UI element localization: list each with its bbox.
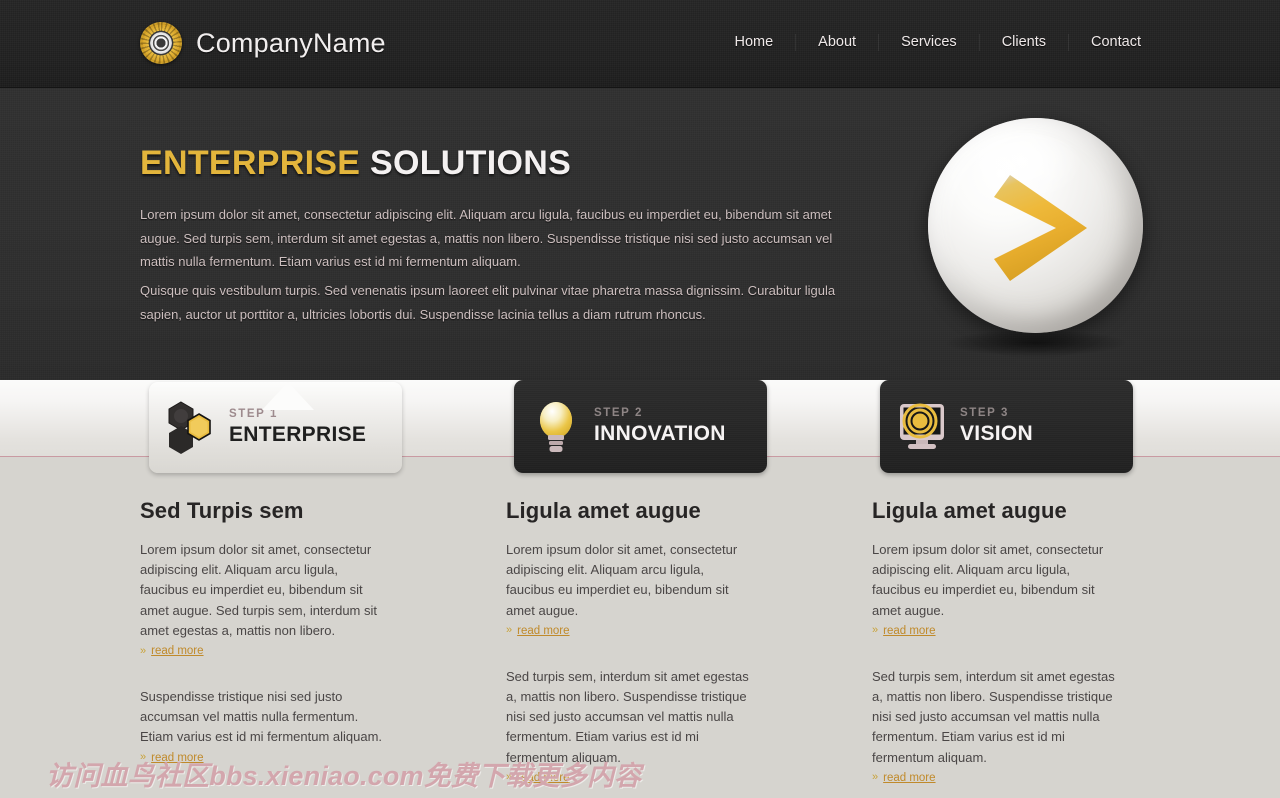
chevron-double-right-icon: » <box>506 624 513 637</box>
read-more-row: » read more <box>872 625 1117 637</box>
column-title: Ligula amet augue <box>872 498 1067 523</box>
chevron-right-icon <box>994 175 1087 281</box>
read-more-link[interactable]: read more <box>151 645 203 657</box>
read-more-link[interactable]: read more <box>883 625 935 637</box>
steps-bar: STEP 1 ENTERPRISE STEP 2 INNOVATION STEP… <box>140 355 1140 480</box>
chevron-double-right-icon: » <box>872 624 879 637</box>
page-root: CompanyName Home About Services Clients … <box>0 0 1280 798</box>
watermark-text: 访问血鸟社区bbs.xieniao.com免费下载更多内容 <box>46 761 642 791</box>
content-column-1: Sed Turpis sem Lorem ipsum dolor sit ame… <box>140 498 385 798</box>
active-step-pointer <box>262 382 314 410</box>
page-title: ENTERPRISE SOLUTIONS <box>140 144 571 183</box>
chevron-double-right-icon: » <box>140 644 147 657</box>
step-tab-innovation[interactable]: STEP 2 INNOVATION <box>514 380 767 473</box>
site-header: CompanyName Home About Services Clients … <box>0 0 1280 88</box>
lightbulb-icon <box>528 396 584 458</box>
brand-name: CompanyName <box>196 27 386 58</box>
read-more-row: » read more <box>872 772 1117 784</box>
step-kicker: STEP 3 <box>960 407 1010 419</box>
column-paragraph: Lorem ipsum dolor sit amet, consectetur … <box>140 542 378 638</box>
page-title-accent: ENTERPRISE <box>140 144 361 182</box>
step-texts: STEP 1 ENTERPRISE <box>229 408 366 447</box>
read-more-link[interactable]: read more <box>883 772 935 784</box>
column-title: Ligula amet augue <box>506 498 701 523</box>
column-paragraph: Sed turpis sem, interdum sit amet egesta… <box>506 668 749 765</box>
column-paragraph: Lorem ipsum dolor sit amet, consectetur … <box>872 542 1104 618</box>
read-more-row: » read more <box>506 625 751 637</box>
gear-ring-logo-icon <box>140 22 182 64</box>
page-title-rest: SOLUTIONS <box>370 144 572 182</box>
step-texts: STEP 2 INNOVATION <box>594 407 726 446</box>
nav-item-about[interactable]: About <box>795 34 878 51</box>
content-columns: Sed Turpis sem Lorem ipsum dolor sit ame… <box>140 498 1150 798</box>
hexagons-icon <box>163 397 219 459</box>
column-paragraph: Sed turpis sem, interdum sit amet egesta… <box>872 668 1115 765</box>
step-title: ENTERPRISE <box>229 423 367 446</box>
content-column-2: Ligula amet augue Lorem ipsum dolor sit … <box>506 498 751 798</box>
read-more-link[interactable]: read more <box>517 625 569 637</box>
hero-inner: ENTERPRISE SOLUTIONS Lorem ipsum dolor s… <box>140 88 1143 380</box>
step-texts: STEP 3 VISION <box>960 407 1033 446</box>
step-tab-enterprise[interactable]: STEP 1 ENTERPRISE <box>149 382 402 473</box>
content-column-3: Ligula amet augue Lorem ipsum dolor sit … <box>872 498 1117 798</box>
column-paragraph: Lorem ipsum dolor sit amet, consectetur … <box>506 542 738 618</box>
read-more-row: » read more <box>140 645 385 657</box>
sphere-shadow <box>946 330 1126 356</box>
monitor-target-icon <box>894 396 950 458</box>
step-title: VISION <box>960 422 1033 445</box>
header-inner: CompanyName Home About Services Clients … <box>140 0 1141 88</box>
column-title: Sed Turpis sem <box>140 498 304 523</box>
brand[interactable]: CompanyName <box>140 22 386 64</box>
nav-item-clients[interactable]: Clients <box>978 34 1068 51</box>
sphere-chevron-right-icon <box>928 118 1168 373</box>
main-nav: Home About Services Clients Contact <box>712 34 1163 51</box>
hero-paragraph-2: Quisque quis vestibulum turpis. Sed vene… <box>140 283 836 322</box>
hero-section: ENTERPRISE SOLUTIONS Lorem ipsum dolor s… <box>0 88 1280 380</box>
nav-item-services[interactable]: Services <box>878 34 979 51</box>
hero-paragraph-1: Lorem ipsum dolor sit amet, consectetur … <box>140 207 833 269</box>
step-title: INNOVATION <box>594 422 726 445</box>
step-kicker: STEP 2 <box>594 407 644 419</box>
step-tab-vision[interactable]: STEP 3 VISION <box>880 380 1133 473</box>
nav-item-contact[interactable]: Contact <box>1068 34 1163 51</box>
nav-item-home[interactable]: Home <box>712 34 795 51</box>
chevron-double-right-icon: » <box>872 771 879 784</box>
column-paragraph: Suspendisse tristique nisi sed justo acc… <box>140 689 383 745</box>
